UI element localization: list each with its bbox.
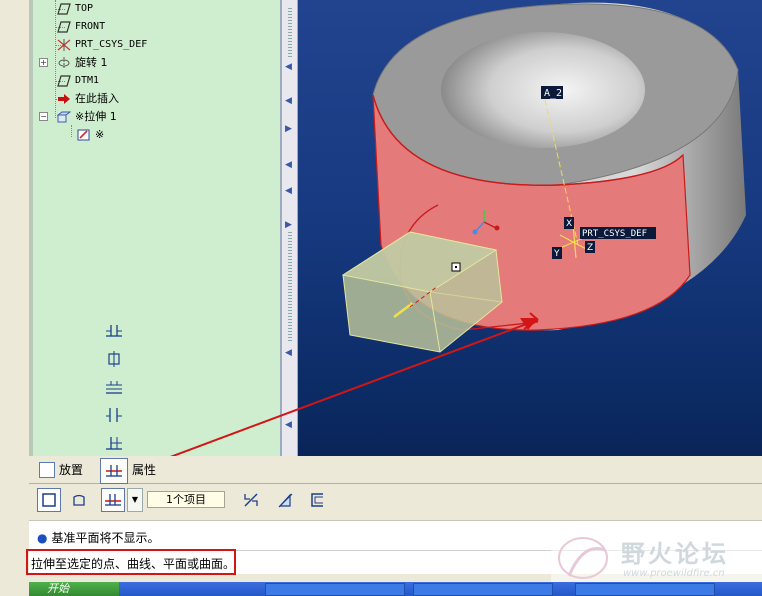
depth-options-menu [100, 318, 128, 492]
solid-button[interactable] [37, 488, 61, 512]
message-line: ● 基准平面将不显示。 [37, 529, 160, 546]
remove-material-button[interactable] [273, 488, 297, 512]
taskbar-item[interactable] [575, 583, 715, 596]
solid-icon [42, 493, 56, 507]
depth-option-through-all[interactable] [100, 374, 128, 400]
tab-label: 属性 [132, 463, 157, 477]
dashboard-tabs: 放置 属性 [29, 456, 762, 484]
watermark-logo-icon [558, 537, 608, 579]
app-window: + − TOP FRONT PRT_CSYS_DEF 旋转 1 DTM1 在此插… [0, 0, 762, 596]
message-text: 基准平面将不显示。 [51, 531, 160, 545]
flip-direction-button[interactable] [239, 488, 263, 512]
surface-button[interactable] [67, 488, 91, 512]
to-next-depth-icon [108, 351, 120, 367]
tab-label: 放置 [59, 463, 84, 477]
thicken-sketch-icon [311, 493, 323, 507]
prompt-highlight-box [26, 549, 236, 575]
thicken-sketch-button[interactable] [305, 488, 329, 512]
symmetric-depth-icon [106, 325, 122, 337]
depth-option-to-next[interactable] [100, 346, 128, 372]
depth-reference-field[interactable]: 1个项目 [147, 491, 225, 508]
to-selected-depth-icon [105, 494, 121, 506]
bullet-icon: ● [37, 531, 48, 545]
windows-taskbar: 开始 [29, 582, 762, 596]
dashboard-toolbar: ▼ 1个项目 [29, 484, 762, 516]
remove-material-icon [278, 493, 293, 508]
depth-option-symmetric[interactable] [100, 318, 128, 344]
flip-direction-icon [244, 493, 258, 507]
tab-placement[interactable]: 放置 [39, 460, 83, 480]
to-selected-depth-icon-active [106, 465, 122, 477]
depth-option-to-selected[interactable] [100, 430, 128, 456]
tab-properties[interactable]: 属性 [132, 460, 156, 480]
to-selected-depth-icon [106, 437, 122, 450]
placement-tab-icon [39, 462, 55, 478]
taskbar-item[interactable] [265, 583, 405, 596]
through-all-depth-icon [106, 381, 122, 394]
depth-dropdown-button[interactable]: ▼ [127, 488, 143, 512]
surface-icon [73, 494, 85, 506]
taskbar-item[interactable] [413, 583, 553, 596]
watermark-title: 野火论坛 [621, 540, 729, 568]
start-button[interactable]: 开始 [29, 582, 119, 596]
depth-option-to-selected-active[interactable] [100, 458, 128, 484]
through-until-depth-icon [106, 408, 122, 422]
watermark-url: www.proewildfire.cn [623, 568, 725, 579]
forum-watermark: 野火论坛 www.proewildfire.cn [551, 530, 762, 588]
start-label: 开始 [47, 582, 69, 595]
depth-option-through-until[interactable] [100, 402, 128, 428]
